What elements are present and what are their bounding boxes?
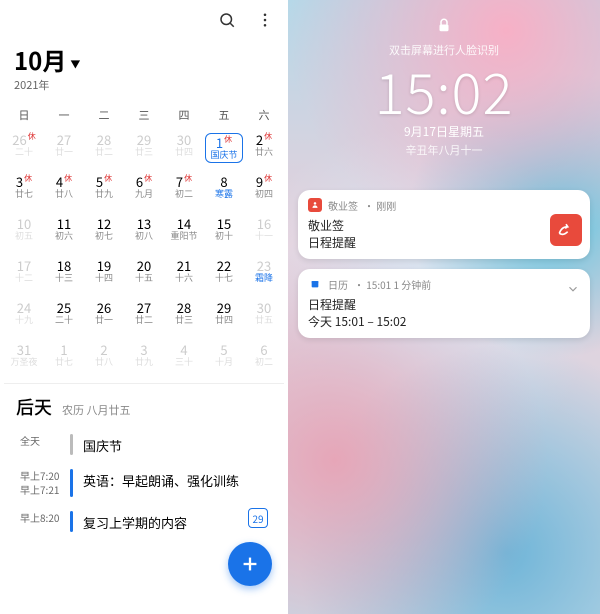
event-bar — [70, 434, 73, 455]
calendar-cell[interactable]: 19十四 — [84, 255, 124, 297]
calendar-cell[interactable]: 28廿三 — [164, 297, 204, 339]
calendar-cell[interactable]: 12初七 — [84, 213, 124, 255]
search-icon[interactable] — [218, 10, 236, 34]
weekday-header: 五 — [204, 101, 244, 129]
lockscreen-pane: 双击屏幕进行人脸识别 15:02 9月17日星期五 辛丑年八月十一 敬业签 · 刚… — [288, 0, 600, 614]
calendar-cell[interactable]: 2廿六 — [244, 129, 284, 171]
weekday-header: 三 — [124, 101, 164, 129]
calendar-cell[interactable]: 1廿七 — [44, 339, 84, 381]
jingyeqian-icon — [308, 198, 322, 212]
calendar-cell[interactable]: 5十月 — [204, 339, 244, 381]
lock-icon[interactable] — [288, 16, 600, 40]
calendar-cell[interactable]: 30廿五 — [244, 297, 284, 339]
event-title: 英语：早起朗诵、强化训练 — [83, 469, 239, 497]
event-item[interactable]: 早上7:20早上7:21 英语：早起朗诵、强化训练 — [16, 469, 272, 497]
event-time: 早上7:20早上7:21 — [20, 469, 68, 497]
chevron-down-icon: ▼ — [66, 56, 84, 77]
calendar-cell[interactable]: 7初二 — [164, 171, 204, 213]
lock-lunar-date: 辛丑年八月十一 — [288, 142, 600, 158]
allday-item[interactable]: 国庆节 — [83, 434, 122, 455]
calendar-icon — [308, 277, 322, 291]
lock-hint: 双击屏幕进行人脸识别 — [288, 42, 600, 58]
month-label: 10月 — [14, 42, 66, 77]
calendar-cell[interactable]: 20十五 — [124, 255, 164, 297]
lock-clock: 15:02 — [288, 62, 600, 121]
today-badge[interactable]: 29 — [248, 508, 268, 528]
calendar-cell[interactable]: 16十一 — [244, 213, 284, 255]
calendar-cell[interactable]: 4三十 — [164, 339, 204, 381]
calendar-cell[interactable]: 1国庆节 — [204, 129, 244, 171]
weekday-header: 一 — [44, 101, 84, 129]
calendar-cell[interactable]: 11初六 — [44, 213, 84, 255]
notif-time: · 15:01 1 分钟前 — [354, 277, 431, 292]
calendar-cell[interactable]: 18十三 — [44, 255, 84, 297]
calendar-cell[interactable]: 23霜降 — [244, 255, 284, 297]
calendar-cell[interactable]: 26二十 — [4, 129, 44, 171]
lock-date: 9月17日星期五 — [288, 123, 600, 140]
calendar-cell[interactable]: 4廿八 — [44, 171, 84, 213]
calendar-cell[interactable]: 29廿四 — [204, 297, 244, 339]
more-icon[interactable] — [256, 10, 274, 34]
notif-time: · 刚刚 — [364, 198, 396, 213]
weekday-header: 四 — [164, 101, 204, 129]
calendar-cell[interactable]: 26廿一 — [84, 297, 124, 339]
allday-label: 全天 — [20, 434, 68, 455]
event-title: 复习上学期的内容 — [83, 511, 187, 532]
weekday-header: 日 — [4, 101, 44, 129]
calendar-cell[interactable]: 8寒露 — [204, 171, 244, 213]
calendar-cell[interactable]: 29廿三 — [124, 129, 164, 171]
notif-body: 日程提醒 — [308, 234, 580, 251]
calendar-cell[interactable]: 3廿七 — [4, 171, 44, 213]
calendar-cell[interactable]: 24十九 — [4, 297, 44, 339]
month-selector[interactable]: 10月 ▼ — [4, 38, 284, 77]
calendar-cell[interactable]: 9初四 — [244, 171, 284, 213]
notification-card[interactable]: 敬业签· 刚刚敬业签日程提醒 — [298, 190, 590, 259]
calendar-cell[interactable]: 15初十 — [204, 213, 244, 255]
notif-app-name: 日历 — [328, 277, 348, 292]
calendar-pane: 10月 ▼ 2021年 日一二三四五六 26二十27廿一28廿二29廿三30廿四… — [0, 0, 288, 614]
today-label: 后天 — [16, 394, 52, 420]
calendar-cell[interactable]: 13初八 — [124, 213, 164, 255]
calendar-cell[interactable]: 10初五 — [4, 213, 44, 255]
chevron-down-icon[interactable] — [566, 277, 580, 301]
calendar-cell[interactable]: 25二十 — [44, 297, 84, 339]
notification-card[interactable]: 日历 · 15:01 1 分钟前日程提醒今天 15:01 – 15:02 — [298, 269, 590, 338]
calendar-cell[interactable]: 6九月 — [124, 171, 164, 213]
jingyeqian-app-icon — [550, 214, 582, 246]
event-bar — [70, 511, 73, 532]
year-label: 2021年 — [4, 77, 284, 101]
event-bar — [70, 469, 73, 497]
calendar-cell[interactable]: 31万圣夜 — [4, 339, 44, 381]
weekday-header: 六 — [244, 101, 284, 129]
calendar-grid: 日一二三四五六 26二十27廿一28廿二29廿三30廿四1国庆节2廿六 3廿七4廿… — [4, 101, 284, 381]
weekday-header: 二 — [84, 101, 124, 129]
calendar-cell[interactable]: 21十六 — [164, 255, 204, 297]
calendar-cell[interactable]: 3廿九 — [124, 339, 164, 381]
notif-title: 日程提醒 — [308, 296, 580, 313]
calendar-cell[interactable]: 27廿一 — [44, 129, 84, 171]
calendar-cell[interactable]: 27廿二 — [124, 297, 164, 339]
calendar-cell[interactable]: 28廿二 — [84, 129, 124, 171]
notif-app-name: 敬业签 — [328, 198, 358, 213]
calendar-cell[interactable]: 14重阳节 — [164, 213, 204, 255]
event-time: 早上8:20 — [20, 511, 68, 532]
calendar-cell[interactable]: 22十七 — [204, 255, 244, 297]
event-item[interactable]: 早上8:20 复习上学期的内容 — [16, 511, 272, 532]
calendar-cell[interactable]: 2廿八 — [84, 339, 124, 381]
calendar-cell[interactable]: 17十二 — [4, 255, 44, 297]
add-event-button[interactable] — [228, 542, 272, 586]
notif-body: 今天 15:01 – 15:02 — [308, 313, 580, 330]
notif-title: 敬业签 — [308, 217, 580, 234]
calendar-cell[interactable]: 30廿四 — [164, 129, 204, 171]
today-sublabel: 农历 八月廿五 — [62, 402, 130, 420]
calendar-cell[interactable]: 6初二 — [244, 339, 284, 381]
calendar-cell[interactable]: 5廿九 — [84, 171, 124, 213]
